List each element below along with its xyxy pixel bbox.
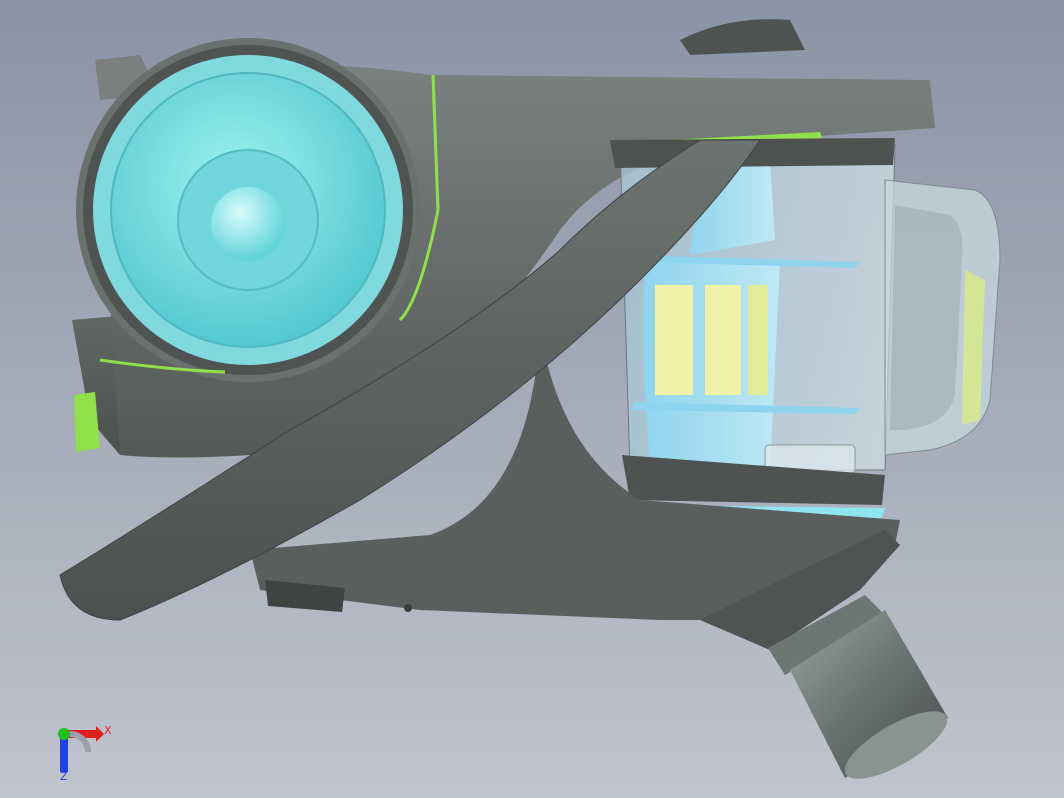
cyan-cover xyxy=(76,38,420,382)
vacuum-cleaner-model[interactable]: X Z xyxy=(0,0,1064,798)
cad-viewport[interactable]: X Z xyxy=(0,0,1064,798)
y-axis-marker xyxy=(58,728,70,740)
z-axis-label: Z xyxy=(60,770,68,783)
axis-triad: X Z xyxy=(58,724,112,783)
x-axis-label: X xyxy=(104,724,112,737)
